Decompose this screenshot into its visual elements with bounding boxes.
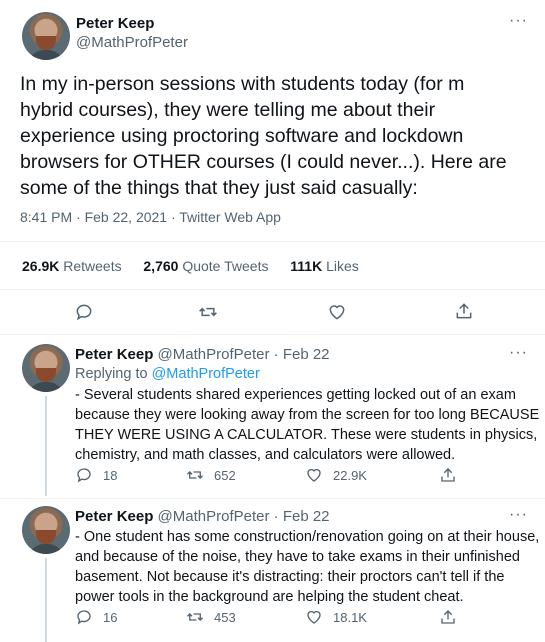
reply-text-line: chemistry, and math classes, and calcula… bbox=[75, 447, 456, 463]
tweet-text-line: hybrid courses), they were telling me ab… bbox=[20, 99, 436, 121]
author-handle[interactable]: @MathProfPeter bbox=[158, 346, 270, 363]
reply-button[interactable]: 16 bbox=[75, 608, 117, 626]
tweet-text-line: browsers for OTHER courses (I could neve… bbox=[20, 151, 507, 173]
reply-button[interactable] bbox=[74, 302, 94, 327]
more-icon[interactable]: ··· bbox=[509, 344, 528, 362]
share-button[interactable] bbox=[439, 608, 467, 626]
reply-count: 18 bbox=[103, 467, 118, 483]
reply-icon bbox=[77, 468, 91, 483]
more-icon[interactable]: ··· bbox=[509, 12, 528, 30]
tweet-date[interactable]: · Feb 22 bbox=[274, 346, 330, 363]
avatar[interactable] bbox=[22, 344, 70, 392]
reply-count: 16 bbox=[103, 609, 118, 625]
quotes-count[interactable]: 2,760 bbox=[143, 258, 178, 274]
replying-to-handle[interactable]: @MathProfPeter bbox=[152, 366, 260, 382]
retweets-label[interactable]: Retweets bbox=[63, 258, 121, 274]
retweet-icon bbox=[187, 471, 203, 479]
replying-to-label: Replying to bbox=[75, 366, 148, 382]
share-icon bbox=[441, 610, 455, 624]
tweet-text-line: In my in-person sessions with students t… bbox=[20, 73, 465, 95]
tweet-timestamp[interactable]: 8:41 PM · Feb 22, 2021 · Twitter Web App bbox=[20, 209, 281, 225]
author-name[interactable]: Peter Keep bbox=[76, 15, 154, 32]
share-button[interactable] bbox=[454, 301, 474, 326]
tweet-text-line: experience using proctoring software and… bbox=[20, 125, 464, 147]
avatar[interactable] bbox=[22, 12, 70, 60]
divider bbox=[0, 334, 545, 335]
tweet-text: In my in-person sessions with students t… bbox=[20, 71, 540, 201]
like-icon bbox=[307, 610, 321, 624]
retweet-icon bbox=[187, 613, 203, 621]
like-count: 18.1K bbox=[333, 609, 367, 625]
like-button[interactable]: 18.1K bbox=[305, 608, 367, 626]
like-button[interactable] bbox=[327, 302, 347, 327]
likes-count[interactable]: 111K bbox=[290, 258, 322, 274]
reply-text-line: power tools in the background are helpin… bbox=[75, 589, 464, 605]
reply-header: Peter Keep @MathProfPeter · Feb 22 bbox=[75, 346, 330, 363]
retweet-button[interactable] bbox=[197, 302, 219, 327]
divider bbox=[0, 498, 545, 499]
reply-icon bbox=[76, 304, 92, 321]
like-count: 22.9K bbox=[333, 467, 367, 483]
reply-text-line: and because of the noise, they have to t… bbox=[75, 549, 520, 565]
like-icon bbox=[307, 468, 321, 482]
replying-to: Replying to @MathProfPeter bbox=[75, 366, 260, 382]
reply-text-line: because they were looking away from the … bbox=[75, 407, 540, 423]
retweet-icon bbox=[199, 307, 217, 317]
reply-text: - Several students shared experiences ge… bbox=[75, 385, 540, 465]
tweet-text-line: some of the things that they just said c… bbox=[20, 177, 418, 199]
retweets-count[interactable]: 26.9K bbox=[22, 258, 59, 274]
tweet-date[interactable]: · Feb 22 bbox=[274, 508, 330, 525]
retweet-button[interactable]: 453 bbox=[186, 608, 236, 626]
divider bbox=[0, 241, 545, 242]
tweet-stats: 26.9K Retweets 2,760 Quote Tweets 111K L… bbox=[22, 258, 359, 274]
reply-button[interactable]: 18 bbox=[75, 466, 117, 484]
reply-text-line: - Several students shared experiences ge… bbox=[75, 387, 516, 403]
quotes-label[interactable]: Quote Tweets bbox=[182, 258, 268, 274]
avatar[interactable] bbox=[22, 506, 70, 554]
author-name[interactable]: Peter Keep bbox=[75, 508, 153, 525]
retweet-count: 652 bbox=[214, 467, 236, 483]
reply-header: Peter Keep @MathProfPeter · Feb 22 bbox=[75, 508, 330, 525]
share-icon bbox=[456, 303, 472, 319]
thread-line bbox=[45, 396, 47, 496]
thread-line bbox=[45, 558, 47, 642]
reply-text-line: THEY WERE USING A CALCULATOR. These were… bbox=[75, 427, 538, 443]
likes-label[interactable]: Likes bbox=[326, 258, 359, 274]
author-name[interactable]: Peter Keep bbox=[75, 346, 153, 363]
share-button[interactable] bbox=[439, 466, 467, 484]
author-handle[interactable]: @MathProfPeter bbox=[158, 508, 270, 525]
reply-text-line: basement. Not because it's distracting: … bbox=[75, 569, 505, 585]
like-button[interactable]: 22.9K bbox=[305, 466, 367, 484]
divider bbox=[0, 289, 545, 290]
retweet-button[interactable]: 652 bbox=[186, 466, 236, 484]
reply-text: - One student has some construction/reno… bbox=[75, 527, 540, 607]
reply-text-line: - One student has some construction/reno… bbox=[75, 529, 540, 545]
author-handle[interactable]: @MathProfPeter bbox=[76, 34, 188, 51]
share-icon bbox=[441, 468, 455, 482]
like-icon bbox=[329, 305, 345, 320]
retweet-count: 453 bbox=[214, 609, 236, 625]
more-icon[interactable]: ··· bbox=[509, 506, 528, 524]
reply-icon bbox=[77, 610, 91, 625]
